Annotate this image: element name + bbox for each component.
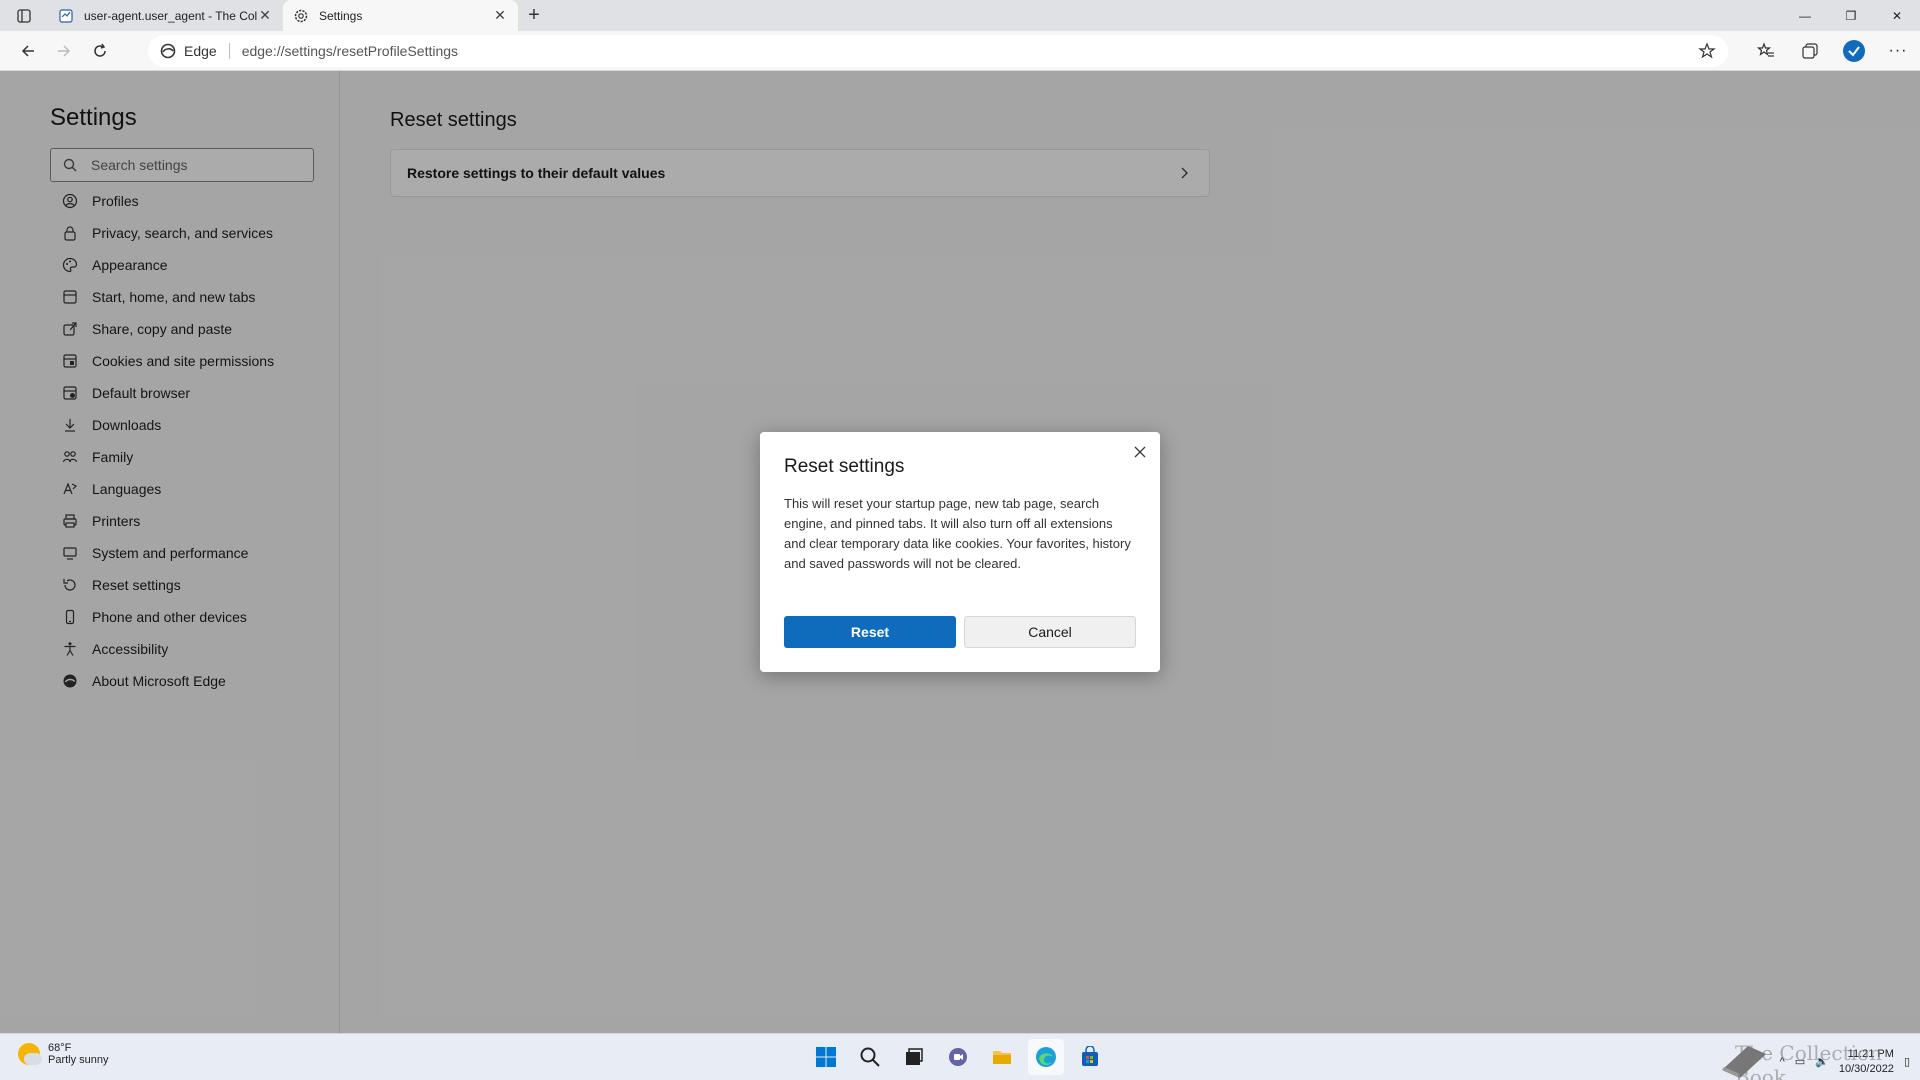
arrow-left-icon bbox=[21, 44, 34, 57]
teams-chat-button[interactable] bbox=[940, 1039, 976, 1075]
cancel-button[interactable]: Cancel bbox=[964, 616, 1136, 648]
close-icon bbox=[1134, 446, 1146, 458]
reset-button[interactable]: Reset bbox=[784, 616, 956, 648]
restore-icon: ❐ bbox=[1845, 8, 1857, 23]
add-favorite-icon[interactable] bbox=[1698, 42, 1716, 63]
folder-icon bbox=[993, 1051, 1011, 1064]
edge-icon bbox=[1036, 1047, 1056, 1067]
collections-icon bbox=[1802, 43, 1818, 59]
start-button[interactable] bbox=[808, 1039, 844, 1075]
favorites-icon bbox=[1757, 42, 1774, 57]
toolbar-right: ··· bbox=[1744, 35, 1920, 67]
close-tab-icon[interactable]: ✕ bbox=[257, 7, 273, 24]
weather-widget[interactable]: 68°F Partly sunny bbox=[18, 1042, 109, 1066]
site-badge[interactable]: Edge bbox=[148, 35, 217, 67]
plus-icon: + bbox=[528, 4, 540, 26]
collections-button[interactable] bbox=[1788, 35, 1832, 67]
edge-taskbar-button[interactable] bbox=[1028, 1039, 1064, 1075]
tab-settings[interactable]: Settings ✕ bbox=[283, 0, 518, 31]
profile-button[interactable] bbox=[1832, 35, 1876, 67]
avatar-icon bbox=[1843, 40, 1865, 62]
dialog-title: Reset settings bbox=[784, 456, 905, 477]
chat-icon bbox=[949, 1048, 967, 1066]
file-explorer-button[interactable] bbox=[984, 1039, 1020, 1075]
document-icon bbox=[58, 8, 74, 24]
dialog-actions: Reset Cancel bbox=[784, 616, 1136, 648]
arrow-right-icon bbox=[58, 44, 71, 57]
tab-title: Settings bbox=[319, 8, 363, 23]
store-icon bbox=[1082, 1046, 1098, 1066]
url-text[interactable]: edge://settings/resetProfileSettings bbox=[242, 43, 458, 59]
tab-strip: user-agent.user_agent - The Coll ✕ Setti… bbox=[0, 0, 1920, 31]
favorites-button[interactable] bbox=[1744, 35, 1788, 67]
refresh-button[interactable] bbox=[82, 35, 118, 67]
task-view-icon bbox=[906, 1048, 923, 1065]
close-tab-icon[interactable]: ✕ bbox=[492, 7, 508, 24]
minimize-button[interactable]: — bbox=[1782, 0, 1828, 31]
gear-icon bbox=[293, 8, 309, 24]
close-window-button[interactable]: ✕ bbox=[1874, 0, 1920, 31]
taskbar-apps bbox=[808, 1039, 1108, 1075]
dialog-close-button[interactable] bbox=[1128, 440, 1152, 464]
tab-actions-button[interactable] bbox=[0, 0, 48, 31]
reset-settings-dialog: Reset settings This will reset your star… bbox=[760, 432, 1160, 672]
weather-temp: 68°F bbox=[48, 1042, 72, 1054]
address-separator bbox=[228, 43, 230, 59]
tab-title: user-agent.user_agent - The Coll bbox=[84, 8, 257, 23]
task-view-button[interactable] bbox=[896, 1039, 932, 1075]
watermark: The Collection Book bbox=[1735, 1041, 1882, 1080]
windows-icon bbox=[816, 1047, 836, 1067]
more-icon: ··· bbox=[1888, 42, 1908, 59]
search-icon bbox=[860, 1047, 880, 1067]
store-button[interactable] bbox=[1072, 1039, 1108, 1075]
browser-toolbar: Edge edge://settings/resetProfileSetting… bbox=[0, 31, 1920, 71]
back-button[interactable] bbox=[10, 35, 46, 67]
site-label: Edge bbox=[184, 43, 217, 59]
taskbar: 68°F Partly sunny ^ ▭ 🔈 11:21 PM 10/30/2… bbox=[0, 1033, 1920, 1080]
close-icon: ✕ bbox=[1891, 8, 1903, 23]
partly-sunny-icon bbox=[18, 1043, 42, 1065]
new-tab-button[interactable]: + bbox=[518, 0, 550, 31]
tab-user-agent[interactable]: user-agent.user_agent - The Coll ✕ bbox=[48, 0, 283, 31]
weather-condition: Partly sunny bbox=[48, 1054, 109, 1066]
restore-button[interactable]: ❐ bbox=[1828, 0, 1874, 31]
address-bar[interactable]: Edge edge://settings/resetProfileSetting… bbox=[148, 35, 1728, 67]
more-menu-button[interactable]: ··· bbox=[1876, 35, 1920, 67]
window-controls: — ❐ ✕ bbox=[1782, 0, 1920, 31]
tab-actions-icon bbox=[17, 8, 31, 23]
refresh-icon bbox=[94, 43, 106, 57]
forward-button[interactable] bbox=[46, 35, 82, 67]
minimize-icon: — bbox=[1799, 8, 1811, 23]
dialog-body: This will reset your startup page, new t… bbox=[784, 496, 1131, 571]
edge-icon bbox=[160, 43, 176, 59]
taskbar-search-button[interactable] bbox=[852, 1039, 888, 1075]
